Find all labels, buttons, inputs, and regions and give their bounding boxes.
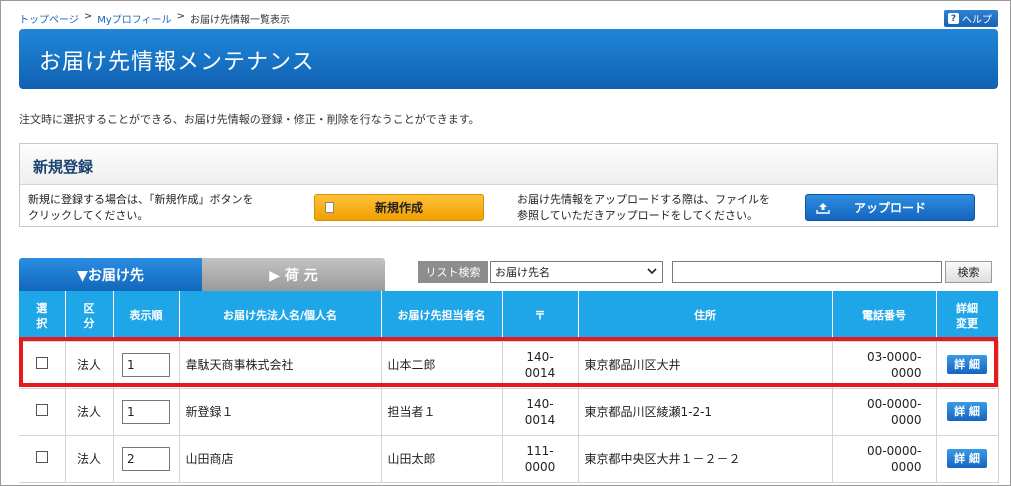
select-cell [19, 341, 66, 389]
address-cell: 東京都中央区大井１－２－２ [578, 435, 833, 483]
registration-panel: 新規登録 新規に登録する場合は、「新規作成」ボタンを クリックしてください。 新… [19, 143, 998, 227]
search-input[interactable] [672, 261, 942, 283]
table-header-row: 選択 区分 表示順 お届け先法人名/個人名 お届け先担当者名 〒 住所 電話番号… [19, 291, 999, 342]
contact-cell: 担当者１ [381, 388, 503, 436]
breadcrumb-profile[interactable]: Myプロフィール [97, 11, 171, 26]
order-cell: 2 [113, 435, 180, 483]
upload-instructions-line1: お届け先情報をアップロードする際は、ファイルを [517, 193, 770, 206]
breadcrumb-current: お届け先情報一覧表示 [189, 15, 290, 26]
breadcrumb-separator: > [176, 11, 185, 22]
table-row: 法人 1 新登録１ 担当者１ 140- 0014 東京都品川区綾瀬1-2-1 00… [19, 388, 999, 436]
header-order: 表示順 [113, 291, 180, 342]
new-create-label: 新規作成 [374, 201, 423, 215]
order-input[interactable]: 2 [122, 446, 170, 471]
phone-cell: 03-0000- 0000 [832, 341, 937, 389]
address-cell: 東京都品川区大井 [578, 341, 833, 389]
table-row: 法人 2 山田商店 山田太郎 111- 0000 東京都中央区大井１－２－２ 00… [19, 435, 999, 483]
kubun-cell: 法人 [65, 435, 114, 483]
title-banner: お届け先情報メンテナンス [19, 29, 998, 89]
detail-button[interactable]: 詳 細 [947, 355, 987, 374]
page-title: お届け先情報メンテナンス [39, 50, 315, 75]
zip-cell: 140- 0014 [502, 341, 579, 389]
upload-button[interactable]: アップロード [805, 194, 975, 221]
row-checkbox[interactable] [35, 403, 48, 416]
address-cell: 東京都品川区綾瀬1-2-1 [578, 388, 833, 436]
detail-button[interactable]: 詳 細 [947, 449, 987, 468]
detail-cell: 詳 細 [936, 341, 999, 389]
header-name: お届け先法人名/個人名 [179, 291, 382, 342]
row-checkbox[interactable] [35, 356, 48, 369]
search-button[interactable]: 検索 [945, 261, 992, 283]
upload-label: アップロード [853, 201, 926, 215]
select-cell [19, 388, 66, 436]
search-select-value: お届け先名 [495, 266, 550, 279]
order-cell: 1 [113, 388, 180, 436]
header-contact: お届け先担当者名 [381, 291, 503, 342]
tab-shipper[interactable]: ▶ 荷 元 [202, 258, 385, 291]
name-cell: 韋駄天商事株式会社 [179, 341, 382, 389]
header-phone: 電話番号 [832, 291, 937, 342]
header-detail: 詳細 変更 [936, 291, 999, 342]
new-create-button[interactable]: 新規作成 [314, 194, 484, 221]
order-input[interactable]: 1 [122, 399, 170, 424]
new-instructions-line1: 新規に登録する場合は、「新規作成」ボタンを [28, 193, 254, 206]
registration-header: 新規登録 [20, 144, 997, 185]
order-input[interactable]: 1 [122, 352, 170, 377]
phone-cell: 00-0000- 0000 [832, 388, 937, 436]
zip-cell: 140- 0014 [502, 388, 579, 436]
breadcrumb: トップページ > Myプロフィール > お届け先情報一覧表示 [19, 11, 290, 26]
detail-button[interactable]: 詳 細 [947, 402, 987, 421]
upload-instructions-line2: 参照していただきアップロードをしてください。 [517, 209, 759, 222]
breadcrumb-separator: > [83, 11, 93, 22]
kubun-cell: 法人 [65, 341, 114, 389]
tab-delivery[interactable]: ▼お届け先 [19, 258, 202, 291]
document-icon [325, 202, 334, 213]
header-select: 選択 [19, 291, 66, 342]
contact-cell: 山田太郎 [381, 435, 503, 483]
name-cell: 新登録１ [179, 388, 382, 436]
phone-cell: 00-0000- 0000 [832, 435, 937, 483]
select-cell [19, 435, 66, 483]
zip-cell: 111- 0000 [502, 435, 579, 483]
row-checkbox[interactable] [35, 450, 48, 463]
detail-cell: 詳 細 [936, 435, 999, 483]
table-row: 法人 1 韋駄天商事株式会社 山本二郎 140- 0014 東京都品川区大井 03… [19, 341, 999, 389]
order-cell: 1 [113, 341, 180, 389]
search-label: リスト検索 [418, 261, 488, 283]
new-instructions: 新規に登録する場合は、「新規作成」ボタンを クリックしてください。 [28, 192, 288, 224]
header-zip: 〒 [502, 291, 579, 342]
breadcrumb-top[interactable]: トップページ [19, 11, 79, 26]
new-instructions-line2: クリックしてください。 [28, 209, 149, 222]
help-button[interactable]: ? ヘルプ [944, 10, 998, 27]
search-field-select[interactable]: お届け先名 [490, 261, 663, 283]
delivery-table: 選択 区分 表示順 お届け先法人名/個人名 お届け先担当者名 〒 住所 電話番号… [19, 291, 999, 483]
detail-cell: 詳 細 [936, 388, 999, 436]
upload-instructions: お届け先情報をアップロードする際は、ファイルを 参照していただきアップロードをし… [517, 192, 777, 224]
header-kubun: 区分 [65, 291, 114, 342]
contact-cell: 山本二郎 [381, 341, 503, 389]
header-address: 住所 [578, 291, 833, 342]
upload-icon [816, 203, 830, 214]
question-icon: ? [948, 13, 959, 24]
help-label: ヘルプ [962, 15, 992, 26]
chevron-down-icon [647, 268, 657, 275]
page-description: 注文時に選択することができる、お届け先情報の登録・修正・削除を行なうことができま… [19, 113, 480, 126]
kubun-cell: 法人 [65, 388, 114, 436]
name-cell: 山田商店 [179, 435, 382, 483]
registration-heading: 新規登録 [33, 158, 94, 176]
